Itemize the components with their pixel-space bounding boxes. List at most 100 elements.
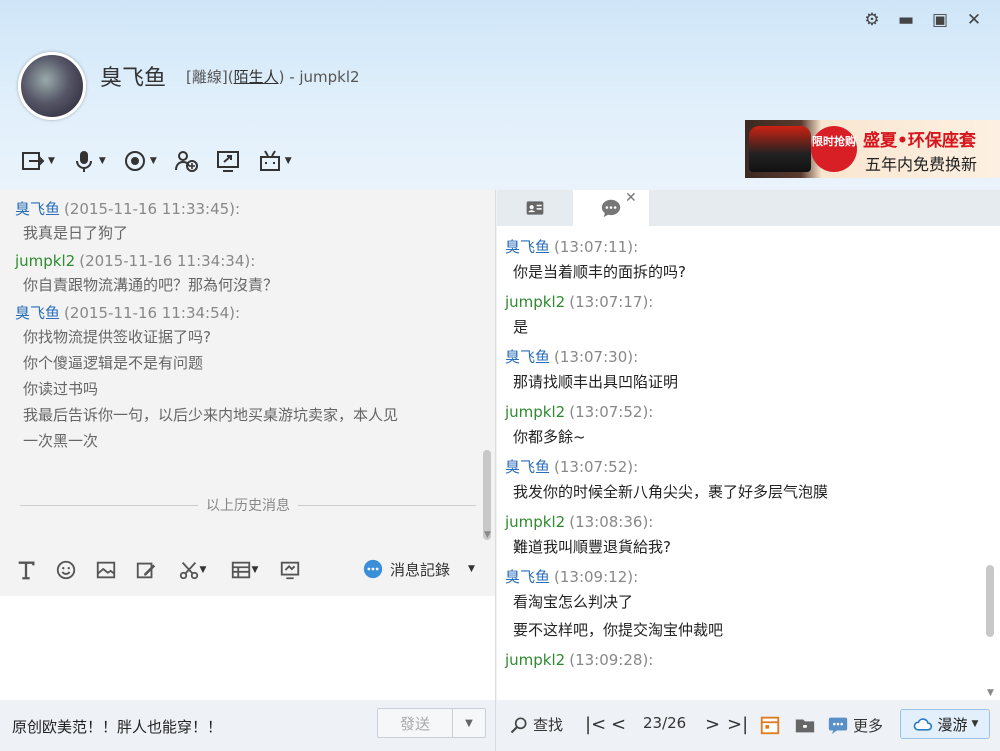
chat-bubble-icon	[601, 199, 621, 218]
chat-toolbar: ▼ ▼ ▼ ▼	[20, 148, 292, 174]
sender-name[interactable]: jumpkl2	[505, 513, 565, 531]
history-separator-label: 以上历史消息	[206, 498, 290, 514]
contact-name[interactable]: 臭飞鱼	[100, 60, 166, 92]
chevron-down-icon: ▼	[251, 565, 259, 575]
record-message-list: 臭飞鱼 (13:07:11): 你是当着顺丰的面拆的吗? jumpkl2 (13:07:…	[497, 226, 1000, 671]
table-icon[interactable]: ▼	[226, 558, 262, 582]
scrollbar[interactable]	[483, 450, 491, 540]
message: jumpkl2 (13:08:36): 難道我叫順豐退貨給我?	[497, 511, 1000, 561]
sender-name[interactable]: 臭飞鱼	[505, 238, 550, 256]
message-history-button[interactable]: 消息記錄 ▼	[362, 558, 475, 580]
ad-banner[interactable]: 限时抢购 盛夏•环保座套 五年内免费换新	[745, 120, 1000, 178]
message-header: jumpkl2 (2015-11-16 11:34:34):	[15, 250, 495, 272]
ad-title: 盛夏•环保座套	[863, 131, 976, 151]
camera-icon	[124, 151, 145, 171]
add-contact-icon	[174, 151, 198, 172]
scrollbar[interactable]	[986, 565, 994, 637]
close-icon[interactable]: ✕	[964, 10, 984, 30]
message-text: 是	[513, 318, 529, 336]
send-options-dropdown[interactable]: ▼	[452, 708, 486, 738]
emoji-icon[interactable]	[54, 558, 78, 582]
close-tab-icon[interactable]: ✕	[625, 190, 637, 206]
history-separator: 以上历史消息	[20, 495, 476, 515]
sender-name[interactable]: 臭飞鱼	[15, 200, 60, 218]
sender-name[interactable]: jumpkl2	[505, 293, 565, 311]
voice-call-button[interactable]: ▼	[71, 148, 106, 174]
edit-icon[interactable]	[134, 558, 158, 582]
message: 臭飞鱼 (13:09:12): 看淘宝怎么判决了 要不这样吧，你提交淘宝仲裁吧	[497, 566, 1000, 644]
message-input[interactable]	[0, 596, 496, 700]
cloud-icon	[913, 718, 932, 731]
gear-icon[interactable]: ⚙	[862, 10, 882, 30]
first-page-icon[interactable]: |<	[585, 714, 606, 735]
clipped-message	[0, 190, 495, 198]
avatar[interactable]	[18, 52, 86, 120]
message-header: jumpkl2 (13:08:36):	[505, 511, 1000, 533]
image-icon[interactable]	[94, 558, 118, 582]
sender-name[interactable]: jumpkl2	[505, 651, 565, 669]
message-timestamp: (13:07:52):	[554, 458, 639, 476]
tab-chat-history[interactable]	[573, 190, 649, 226]
message: jumpkl2 (13:07:52): 你都多餘~	[497, 401, 1000, 451]
sender-name[interactable]: 臭飞鱼	[505, 568, 550, 586]
sender-name[interactable]: 臭飞鱼	[505, 458, 550, 476]
transfer-file-icon	[22, 152, 45, 170]
last-page-icon[interactable]: >|	[727, 714, 748, 735]
message-header: 臭飞鱼 (2015-11-16 11:33:45):	[15, 198, 495, 220]
microphone-icon	[75, 151, 92, 172]
chevron-down-icon: ▼	[199, 565, 207, 575]
sender-name[interactable]: 臭飞鱼	[15, 304, 60, 322]
message-text: 難道我叫順豐退貨給我?	[513, 538, 671, 556]
message-header: 臭飞鱼 (13:07:30):	[505, 346, 1000, 368]
bottom-bar-right: 查找 |< < 23/26 > >| 更多 漫游 ▼	[497, 700, 1000, 751]
car-seat-image	[749, 126, 811, 172]
tab-profile[interactable]	[497, 190, 573, 226]
scissors-icon[interactable]: ▼	[174, 558, 210, 582]
font-icon[interactable]	[14, 558, 38, 582]
minimize-icon[interactable]: ▬	[896, 10, 916, 30]
message-text: 你找物流提供签收证据了吗?	[23, 328, 211, 346]
side-tabs: ✕	[497, 190, 1000, 226]
message-header: jumpkl2 (13:09:28):	[505, 649, 1000, 671]
message-timestamp: (2015-11-16 11:34:54):	[64, 304, 241, 322]
more-button[interactable]: 更多	[827, 714, 883, 736]
message-timestamp: (13:09:12):	[554, 568, 639, 586]
search-button[interactable]: 查找	[509, 714, 563, 735]
message: 臭飞鱼 (13:07:11): 你是当着顺丰的面拆的吗?	[497, 236, 1000, 286]
message-record-panel[interactable]: 臭飞鱼 (13:07:11): 你是当着顺丰的面拆的吗? jumpkl2 (13:07:…	[497, 226, 1000, 700]
message-text: 我真是日了狗了	[23, 224, 129, 242]
page-indicator: 23/26	[643, 714, 687, 732]
next-page-icon[interactable]: >	[705, 714, 720, 735]
chevron-down-icon: ▼	[48, 156, 55, 166]
transfer-file-button[interactable]: ▼	[20, 148, 55, 174]
add-contact-button[interactable]	[173, 148, 199, 174]
app-icon	[259, 150, 280, 171]
sender-name[interactable]: jumpkl2	[15, 252, 75, 270]
roam-button[interactable]: 漫游 ▼	[900, 709, 990, 739]
share-screen-icon	[216, 151, 239, 172]
scroll-down-icon[interactable]: ▼	[484, 530, 491, 540]
previous-page-icon[interactable]: <	[611, 714, 626, 735]
app-button[interactable]: ▼	[257, 148, 292, 174]
video-call-button[interactable]: ▼	[122, 148, 157, 174]
profile-card-icon	[526, 201, 544, 215]
message-timestamp: (2015-11-16 11:34:34):	[79, 252, 256, 270]
send-button[interactable]: 發送	[377, 708, 453, 738]
ad-badge: 限时抢购	[811, 126, 857, 172]
message-text: 我最后告诉你一句，以后少来内地买桌游坑卖家，本人见	[23, 406, 399, 424]
sender-name[interactable]: 臭飞鱼	[505, 348, 550, 366]
message-header: 臭飞鱼 (13:09:12):	[505, 566, 1000, 588]
folder-button[interactable]	[793, 714, 817, 736]
more-chat-icon	[828, 717, 848, 735]
message-history-icon	[363, 559, 383, 579]
scroll-down-icon[interactable]: ▼	[987, 688, 994, 698]
calendar-button[interactable]	[759, 714, 781, 736]
chat-history-panel[interactable]: 臭飞鱼 (2015-11-16 11:33:45): 我真是日了狗了 jumpkl2(…	[0, 190, 496, 544]
relation-link[interactable]: 陌生人	[234, 68, 279, 86]
share-screen-button[interactable]	[215, 148, 241, 174]
maximize-icon[interactable]: ▣	[930, 10, 950, 30]
message-header: 臭飞鱼 (13:07:52):	[505, 456, 1000, 478]
sender-name[interactable]: jumpkl2	[505, 403, 565, 421]
message: 臭飞鱼 (2015-11-16 11:34:54): 你找物流提供签收证据了吗? 你个…	[0, 302, 495, 454]
screen-icon[interactable]	[278, 558, 302, 582]
